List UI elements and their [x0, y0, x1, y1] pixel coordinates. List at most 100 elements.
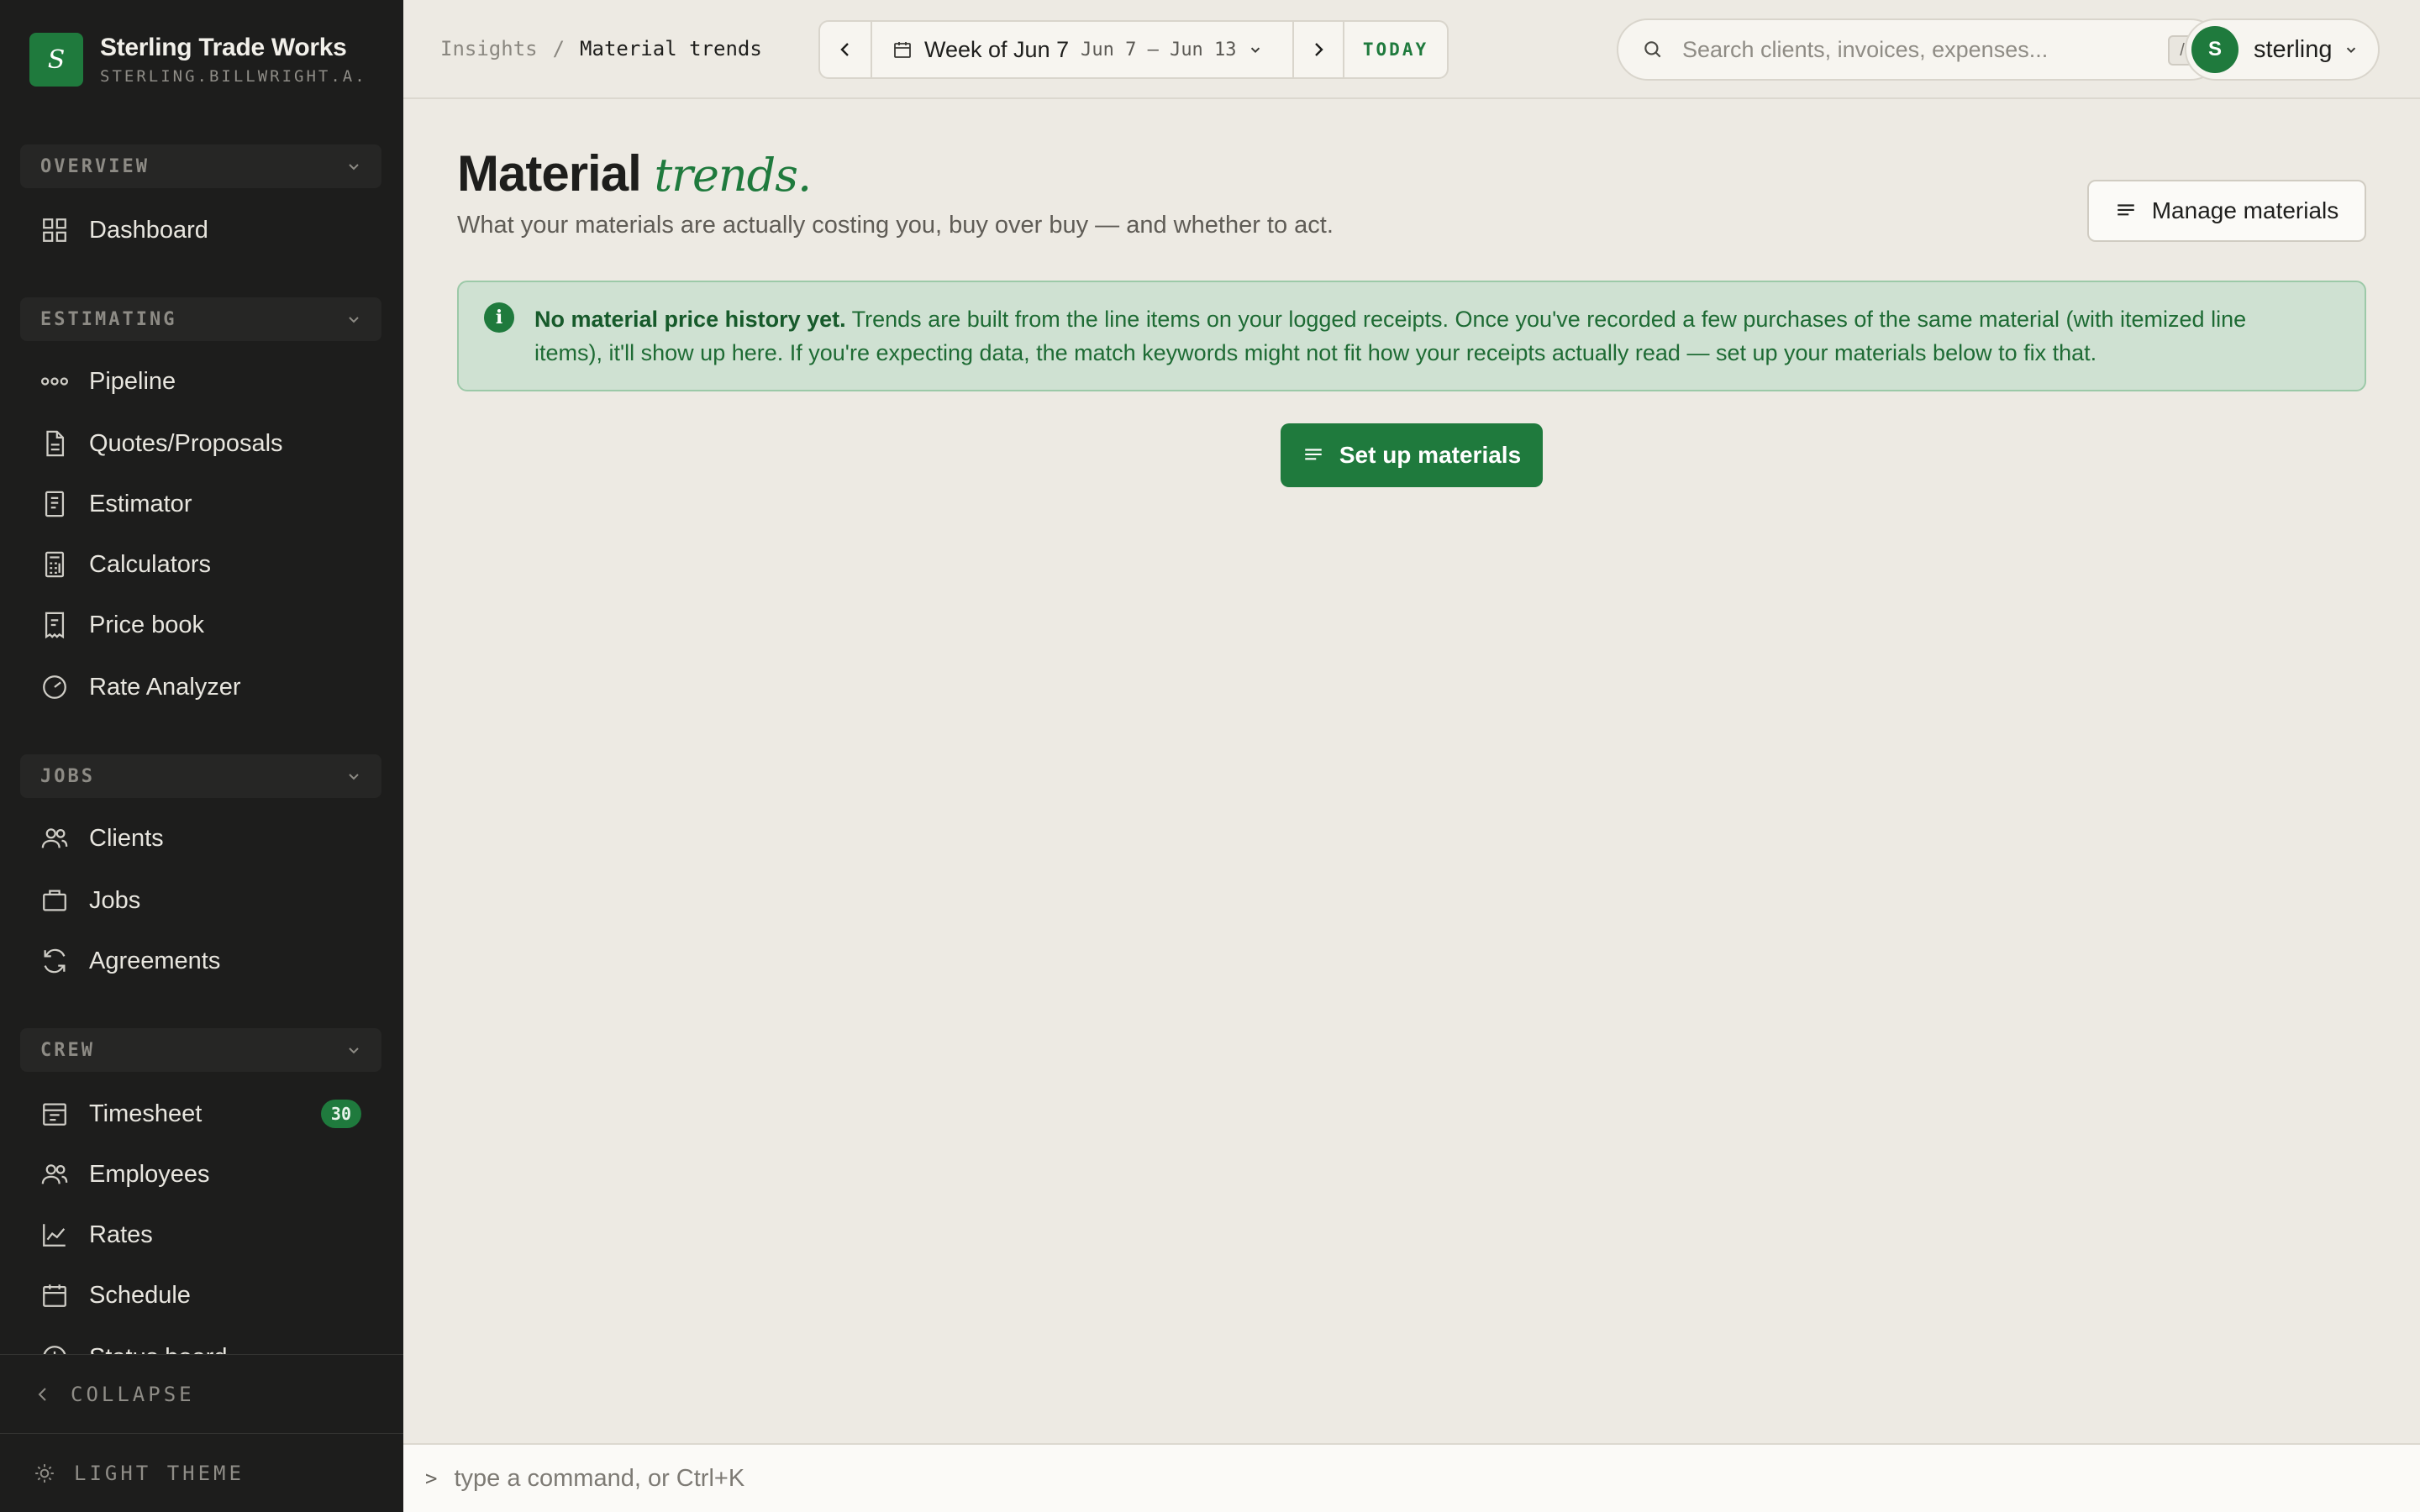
chevron-down-icon	[2346, 47, 2355, 54]
sidebar-item-calculators[interactable]: Calculators	[20, 539, 381, 590]
list-icon	[1305, 449, 1322, 460]
sidebar-item-label: Schedule	[89, 1281, 191, 1309]
set-up-materials-button[interactable]: Set up materials	[1281, 423, 1543, 487]
chevron-down-icon	[349, 317, 359, 323]
theme-label: LIGHT THEME	[74, 1461, 245, 1485]
command-prompt: >	[425, 1467, 438, 1490]
chevron-left-icon	[840, 43, 849, 56]
week-picker: Week of Jun 7 Jun 7 – Jun 13 TODAY	[818, 20, 1449, 79]
empty-state-notice: i No material price history yet. Trends …	[457, 281, 2366, 391]
chevron-down-icon	[349, 774, 359, 780]
search-input[interactable]	[1682, 36, 2119, 63]
sidebar-item-label: Calculators	[89, 550, 212, 578]
section-label: CREW	[40, 1039, 95, 1061]
manage-materials-label: Manage materials	[2151, 197, 2339, 223]
chevron-down-icon	[349, 164, 359, 171]
sidebar-item-label: Dashboard	[89, 216, 208, 244]
page-title-main: Material	[457, 145, 642, 202]
sidebar-item-status-board[interactable]: Status board	[20, 1332, 381, 1354]
section-label: JOBS	[40, 765, 95, 787]
command-bar: >	[403, 1443, 2420, 1512]
theme-toggle[interactable]: LIGHT THEME	[0, 1433, 403, 1512]
sidebar-item-timesheet[interactable]: Timesheet 30	[20, 1089, 381, 1139]
breadcrumb-current: Material trends	[580, 37, 762, 60]
calendar-icon	[894, 42, 911, 58]
collapse-button[interactable]: COLLAPSE	[0, 1354, 403, 1433]
breadcrumb-separator: /	[552, 37, 566, 60]
timesheet-count-badge: 30	[320, 1100, 361, 1128]
breadcrumb: Insights / Material trends	[440, 37, 762, 60]
sidebar-item-label: Rates	[89, 1221, 153, 1248]
sidebar-item-label: Agreements	[89, 947, 221, 974]
estimator-icon	[45, 491, 65, 517]
sidebar-item-clients[interactable]: Clients	[20, 813, 381, 864]
sidebar-item-schedule[interactable]: Schedule	[20, 1270, 381, 1320]
section-label: ESTIMATING	[40, 308, 177, 330]
week-title: Week of Jun 7	[924, 36, 1070, 62]
list-icon	[2117, 204, 2134, 216]
command-input[interactable]	[454, 1464, 1463, 1493]
search-bar[interactable]: /	[1617, 18, 2222, 81]
chevron-right-icon	[1315, 43, 1323, 56]
chart-line-icon	[43, 1224, 66, 1247]
brand[interactable]: S Sterling Trade Works STERLING.BILLWRIG…	[29, 30, 369, 89]
sidebar: S Sterling Trade Works STERLING.BILLWRIG…	[0, 0, 403, 1512]
user-menu[interactable]: S sterling	[2185, 18, 2380, 81]
section-jobs[interactable]: JOBS	[20, 754, 381, 798]
section-label: OVERVIEW	[40, 155, 150, 177]
sidebar-item-dashboard[interactable]: Dashboard	[20, 205, 381, 255]
next-week-button[interactable]	[1292, 22, 1344, 77]
info-icon: i	[484, 302, 514, 333]
sidebar-item-rate-analyzer[interactable]: Rate Analyzer	[20, 662, 381, 712]
sidebar-item-label: Estimator	[89, 490, 192, 517]
search-icon	[1644, 41, 1661, 58]
price-book-icon	[45, 612, 65, 639]
users-icon	[41, 1164, 68, 1184]
sidebar-item-estimator[interactable]: Estimator	[20, 479, 381, 529]
brand-subdomain: STERLING.BILLWRIGHT.A...	[100, 67, 369, 86]
document-icon	[46, 430, 65, 457]
refresh-icon	[44, 948, 66, 974]
sun-icon	[35, 1463, 54, 1483]
sidebar-item-price-book[interactable]: Price book	[20, 600, 381, 650]
sidebar-item-label: Timesheet	[89, 1100, 203, 1127]
sidebar-item-agreements[interactable]: Agreements	[20, 936, 381, 986]
sidebar-item-label: Jobs	[89, 886, 141, 914]
pipeline-icon	[40, 377, 69, 386]
manage-materials-button[interactable]: Manage materials	[2087, 180, 2366, 242]
page-title-accent: trends.	[654, 149, 812, 202]
breadcrumb-insights[interactable]: Insights	[440, 37, 538, 60]
calculator-icon	[45, 551, 65, 578]
sidebar-item-quotes[interactable]: Quotes/Proposals	[20, 418, 381, 469]
chevron-down-icon	[1250, 47, 1260, 54]
sidebar-item-jobs[interactable]: Jobs	[20, 875, 381, 926]
user-name: sterling	[2254, 35, 2333, 63]
sidebar-item-label: Employees	[89, 1160, 210, 1188]
grid-icon	[43, 218, 66, 242]
chevron-left-icon	[38, 1387, 46, 1401]
timesheet-icon	[43, 1103, 66, 1126]
sidebar-item-pipeline[interactable]: Pipeline	[20, 356, 381, 407]
page-subtitle: What your materials are actually costing…	[457, 212, 1334, 239]
sidebar-item-employees[interactable]: Employees	[20, 1149, 381, 1200]
section-overview[interactable]: OVERVIEW	[20, 144, 381, 188]
section-estimating[interactable]: ESTIMATING	[20, 297, 381, 341]
sidebar-item-label: Quotes/Proposals	[89, 429, 283, 457]
sidebar-item-label: Rate Analyzer	[89, 673, 241, 701]
brand-logo: S	[29, 33, 83, 87]
notice-heading: No material price history yet.	[534, 307, 846, 332]
collapse-label: COLLAPSE	[71, 1382, 195, 1406]
gauge-icon	[43, 675, 66, 699]
calendar-icon	[43, 1284, 66, 1307]
avatar: S	[2191, 26, 2238, 73]
clock-icon	[43, 1346, 66, 1354]
week-dropdown[interactable]: Week of Jun 7 Jun 7 – Jun 13	[872, 22, 1292, 77]
sidebar-item-label: Clients	[89, 824, 164, 852]
topbar: Insights / Material trends Week of Jun 7…	[403, 0, 2420, 99]
section-crew[interactable]: CREW	[20, 1028, 381, 1072]
users-icon	[41, 828, 68, 848]
previous-week-button[interactable]	[820, 22, 872, 77]
sidebar-item-rates[interactable]: Rates	[20, 1210, 381, 1260]
today-button[interactable]: TODAY	[1344, 22, 1447, 77]
sidebar-item-label: Status board	[89, 1344, 227, 1355]
